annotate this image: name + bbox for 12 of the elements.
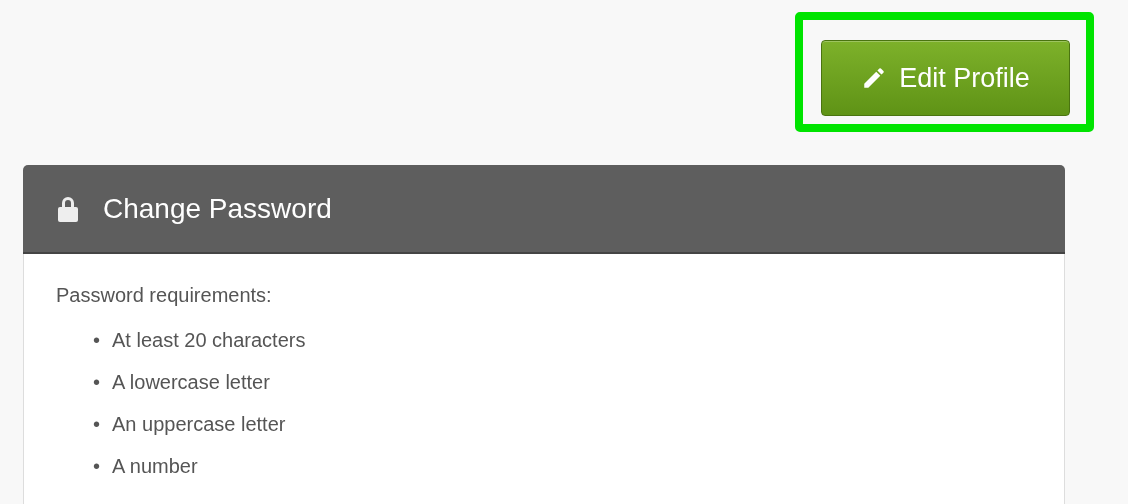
bullet: • <box>93 454 100 479</box>
requirement-item: An uppercase letter <box>112 412 286 437</box>
requirements-intro: Password requirements: <box>56 284 273 307</box>
requirement-item: At least 20 characters <box>112 328 306 353</box>
bullet: • <box>93 412 100 437</box>
bullet: • <box>93 370 100 395</box>
requirement-item: A lowercase letter <box>112 370 270 395</box>
requirement-item: A number <box>112 454 198 479</box>
panel-title: Change Password <box>103 192 332 225</box>
edit-profile-button[interactable]: Edit Profile <box>821 40 1070 116</box>
lock-icon <box>57 194 79 223</box>
bullet: • <box>93 328 100 353</box>
